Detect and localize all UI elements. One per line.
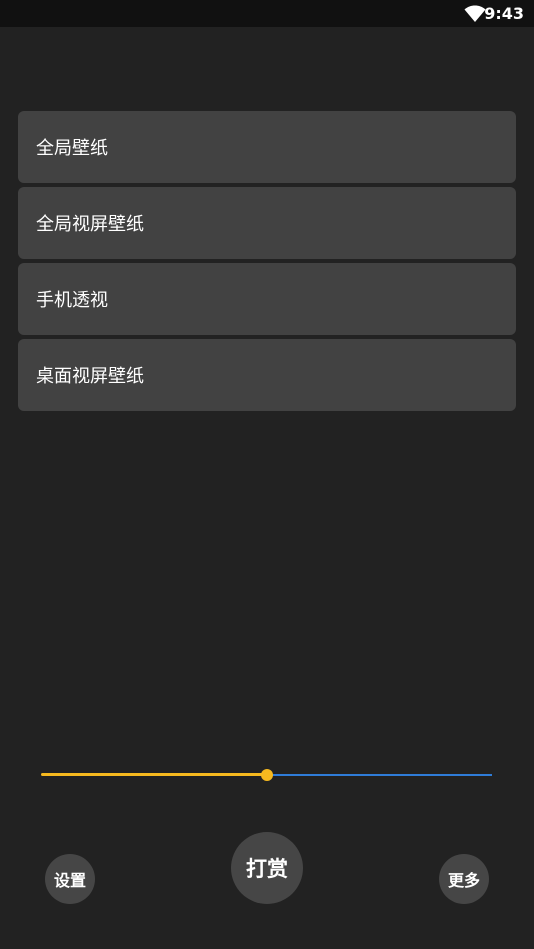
menu-item-label: 桌面视屏壁纸 (36, 366, 144, 387)
slider-track-active (41, 773, 267, 776)
wifi-icon (464, 5, 486, 22)
menu-item-global-wallpaper[interactable]: 全局壁纸 (18, 111, 516, 183)
settings-button[interactable]: 设置 (45, 854, 95, 904)
menu-item-label: 全局壁纸 (36, 138, 108, 159)
menu-item-global-video-wallpaper[interactable]: 全局视屏壁纸 (18, 187, 516, 259)
status-time: 9:43 (484, 4, 524, 23)
menu-item-label: 手机透视 (36, 290, 108, 311)
menu-item-label: 全局视屏壁纸 (36, 214, 144, 235)
reward-button[interactable]: 打赏 (231, 832, 303, 904)
more-button[interactable]: 更多 (439, 854, 489, 904)
value-slider[interactable] (41, 764, 492, 786)
wallpaper-menu: 全局壁纸 全局视屏壁纸 手机透视 桌面视屏壁纸 (18, 111, 516, 415)
slider-track-inactive (267, 774, 492, 776)
slider-thumb[interactable] (261, 769, 273, 781)
menu-item-phone-transparent[interactable]: 手机透视 (18, 263, 516, 335)
menu-item-desktop-video-wallpaper[interactable]: 桌面视屏壁纸 (18, 339, 516, 411)
status-bar: 9:43 (0, 0, 534, 27)
